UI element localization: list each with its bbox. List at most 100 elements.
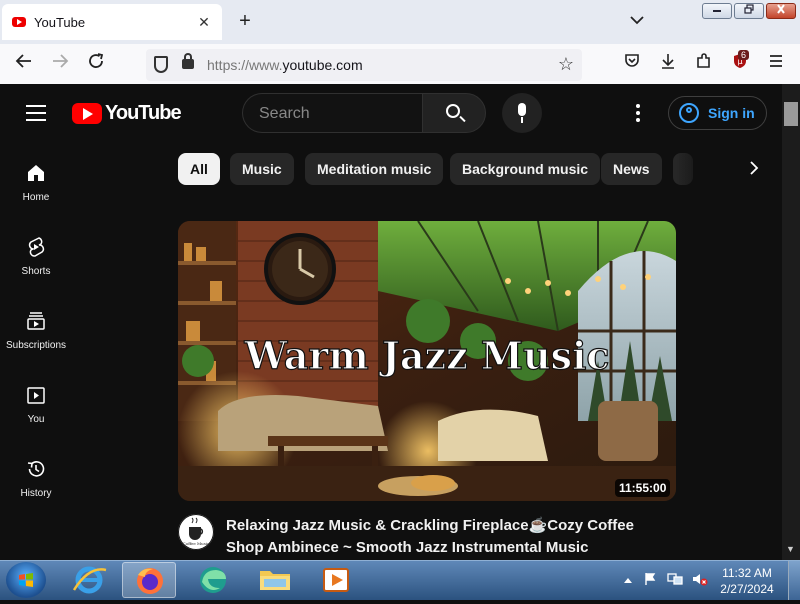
tracking-protection-shield-icon[interactable]: [154, 56, 168, 73]
sidebar-label: Home: [22, 192, 50, 203]
address-bar[interactable]: https://www.youtube.com ☆: [146, 49, 582, 81]
settings-more-icon[interactable]: [636, 104, 642, 125]
app-menu-button[interactable]: [764, 52, 788, 76]
youtube-favicon-icon: [12, 17, 26, 27]
lock-icon[interactable]: [182, 53, 194, 69]
windows-logo-icon: [19, 573, 33, 587]
folder-icon: [260, 571, 290, 590]
taskbar-internet-explorer[interactable]: [62, 562, 116, 598]
download-icon: [662, 54, 674, 69]
new-tab-button[interactable]: +: [234, 10, 256, 33]
action-center-flag-icon[interactable]: [642, 572, 658, 588]
clock-date: 2/27/2024: [720, 582, 774, 596]
scroll-down-arrow-icon[interactable]: ▼: [786, 544, 795, 554]
chevron-down-icon: [630, 16, 644, 25]
extensions-button[interactable]: [692, 52, 716, 76]
microphone-icon: [518, 103, 526, 116]
channel-avatar[interactable]: Coffee Music: [178, 514, 214, 550]
you-icon: [27, 387, 45, 404]
microphone-stand: [521, 117, 523, 123]
chip-music[interactable]: Music: [230, 153, 294, 185]
taskbar-file-explorer[interactable]: [248, 562, 302, 598]
forward-button[interactable]: [48, 52, 72, 76]
arrow-left-icon: [15, 54, 31, 68]
close-window-button[interactable]: [766, 3, 796, 19]
chips-next-button[interactable]: [742, 156, 766, 182]
sidebar-item-shorts[interactable]: Shorts: [0, 237, 72, 311]
page-scrollbar[interactable]: ▼: [782, 84, 800, 560]
flag-icon: [645, 573, 656, 585]
volume-muted-icon[interactable]: [692, 572, 708, 588]
scrollbar-thumb[interactable]: [784, 102, 798, 126]
arrow-right-icon: [53, 54, 69, 68]
back-button[interactable]: [12, 52, 36, 76]
youtube-play-icon: [72, 103, 102, 124]
taskbar-media-player[interactable]: [310, 562, 364, 598]
firefox-icon: [137, 568, 163, 594]
home-icon: [28, 165, 44, 181]
close-icon: [777, 4, 785, 14]
show-hidden-icons-button[interactable]: [620, 572, 636, 588]
bookmark-star-icon[interactable]: ☆: [558, 54, 574, 75]
sidebar-item-you[interactable]: You: [0, 385, 72, 459]
internet-explorer-icon: [72, 566, 107, 594]
taskbar-firefox[interactable]: [122, 562, 176, 598]
taskbar-clock[interactable]: 11:32 AM 2/27/2024: [714, 565, 780, 597]
sign-in-button[interactable]: Sign in: [668, 96, 767, 130]
sidebar-label: History: [20, 488, 52, 499]
minimize-icon: [713, 10, 721, 12]
chip-background-music[interactable]: Background music: [450, 153, 601, 185]
sidebar-item-subscriptions[interactable]: Subscriptions: [0, 311, 72, 385]
sidebar-label: You: [27, 414, 45, 425]
subscriptions-icon: [27, 312, 45, 330]
guide-menu-icon[interactable]: [26, 105, 46, 126]
shorts-icon: [28, 237, 45, 257]
chevron-right-icon: [750, 161, 759, 175]
video-duration-badge: 11:55:00: [615, 479, 671, 497]
video-thumbnail[interactable]: Warm Jazz Music: [178, 221, 676, 501]
start-button[interactable]: [6, 562, 46, 598]
chevron-up-icon: [624, 578, 632, 583]
list-all-tabs-button[interactable]: [630, 12, 644, 28]
minimize-window-button[interactable]: [702, 3, 732, 19]
network-icon[interactable]: [667, 572, 683, 588]
taskbar-edge[interactable]: [186, 562, 240, 598]
search-icon: [446, 104, 460, 118]
search-button[interactable]: [422, 93, 486, 133]
search-placeholder: Search: [259, 105, 310, 122]
youtube-logo[interactable]: YouTube: [72, 102, 182, 125]
logo-text: YouTube: [105, 102, 182, 124]
reload-icon: [89, 53, 104, 68]
show-desktop-button[interactable]: [788, 561, 800, 600]
downloads-button[interactable]: [656, 52, 680, 76]
search-input[interactable]: Search: [242, 93, 422, 133]
hamburger-menu-icon: [770, 55, 782, 67]
video-title[interactable]: Relaxing Jazz Music & Crackling Fireplac…: [226, 515, 666, 559]
tab-title: YouTube: [34, 14, 86, 30]
chip-bar-fade: [676, 150, 736, 188]
sidebar-item-history[interactable]: History: [0, 459, 72, 533]
tab-close-icon[interactable]: ✕: [196, 14, 212, 31]
cozy-cafe-thumbnail-image: Warm Jazz Music: [178, 221, 676, 501]
sidebar-label: Shorts: [21, 266, 51, 277]
chip-news[interactable]: News: [601, 153, 662, 185]
extension-count-badge: 6: [738, 50, 750, 60]
account-circle-icon: [679, 103, 699, 123]
url-prefix: https://www.: [207, 57, 283, 73]
pocket-button[interactable]: [620, 52, 644, 76]
voice-search-button[interactable]: [502, 93, 542, 133]
network-monitor-icon: [667, 573, 683, 585]
pocket-icon: [625, 54, 639, 67]
media-player-icon: [323, 568, 349, 592]
restore-window-button[interactable]: [734, 3, 764, 19]
restore-icon: [744, 4, 754, 14]
sidebar-label: Subscriptions: [5, 340, 67, 351]
chip-meditation-music[interactable]: Meditation music: [305, 153, 444, 185]
speaker-muted-icon: [693, 574, 708, 586]
coffee-music-logo: Coffee Music: [178, 514, 214, 550]
chip-all[interactable]: All: [178, 153, 220, 185]
url-text[interactable]: https://www.youtube.com: [207, 57, 363, 73]
reload-button[interactable]: [84, 52, 108, 76]
sidebar-item-home[interactable]: Home: [0, 163, 72, 237]
browser-tab-youtube[interactable]: YouTube ✕: [2, 4, 222, 40]
